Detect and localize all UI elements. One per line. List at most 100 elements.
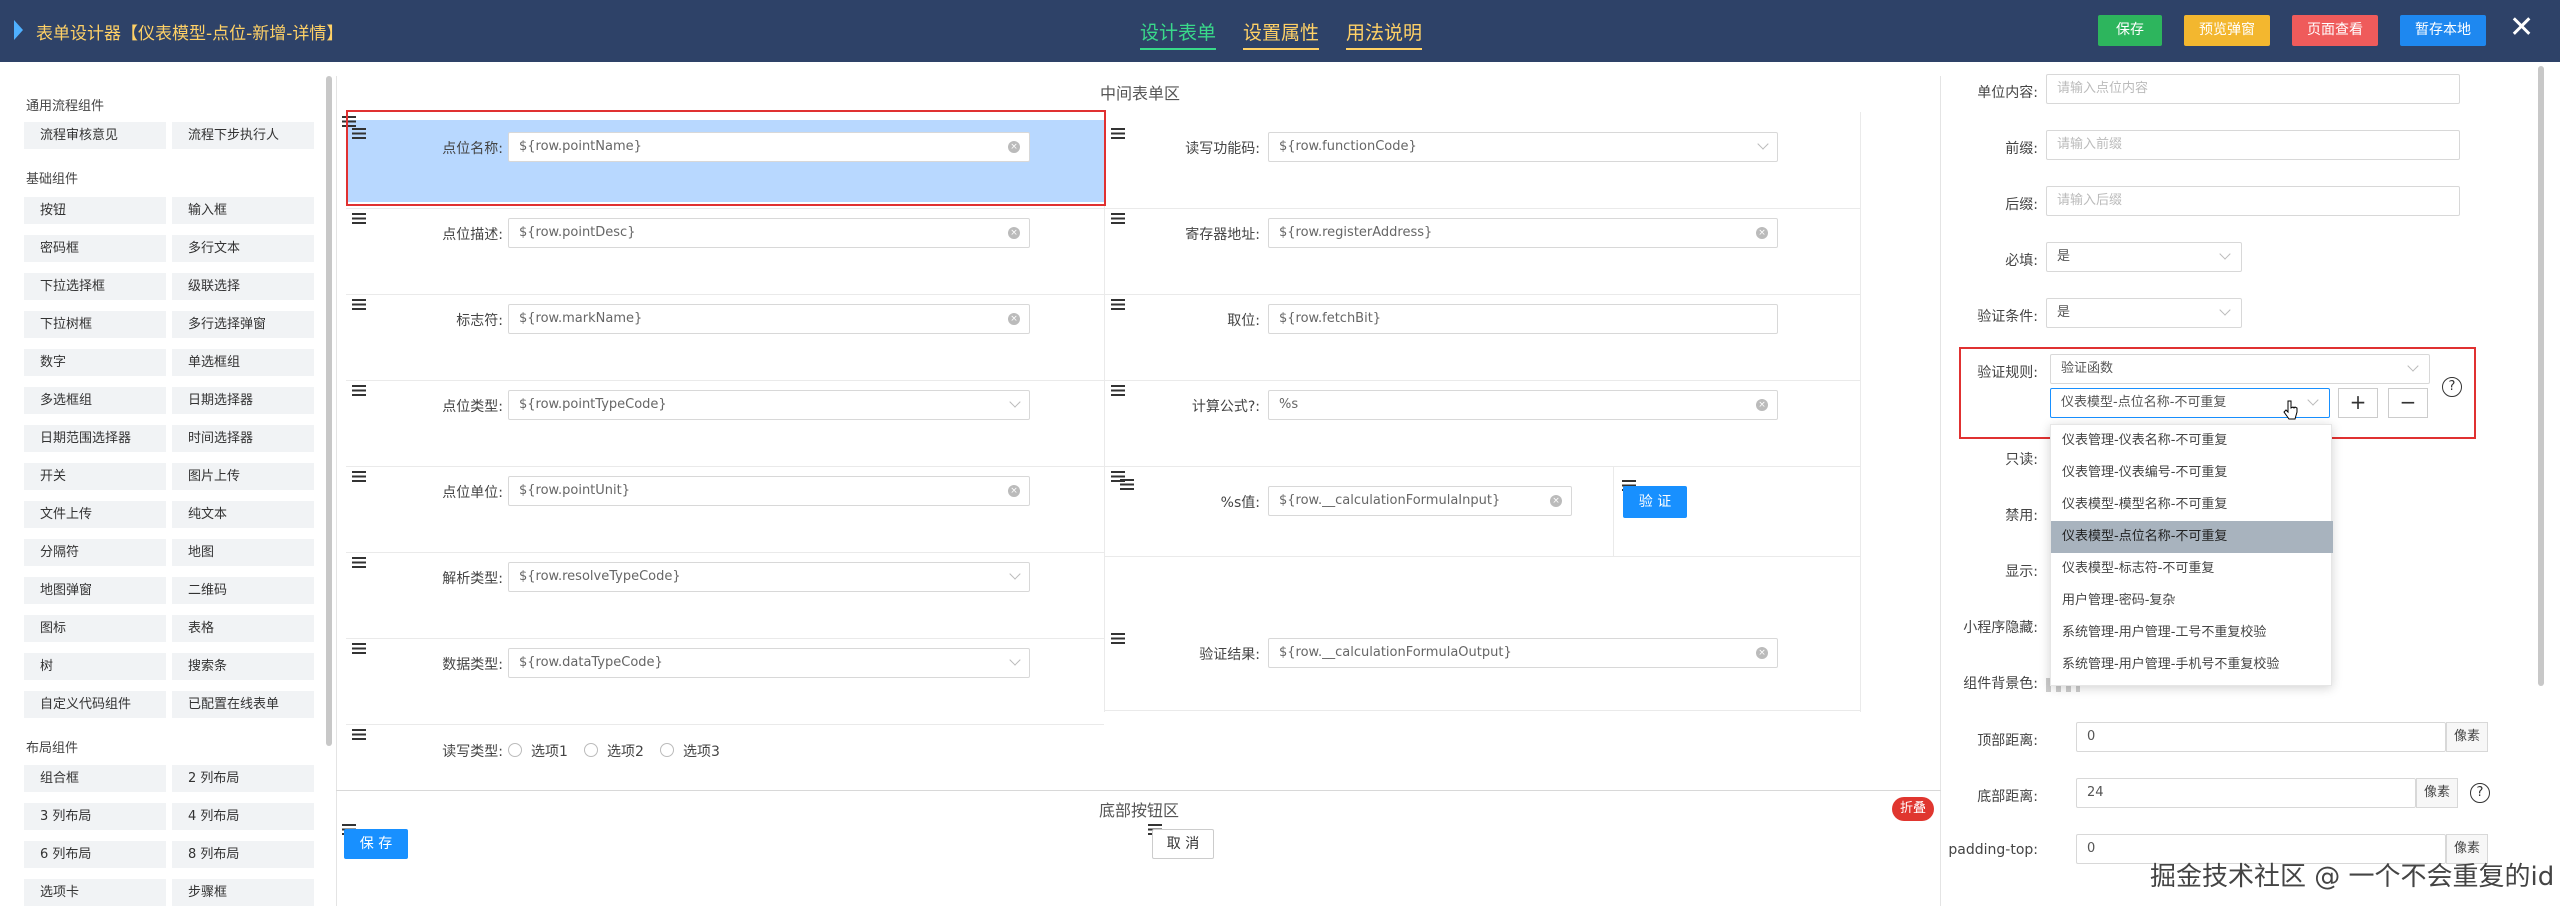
palette-item[interactable]: 流程审核意见: [24, 122, 166, 149]
field-input[interactable]: ${row.registerAddress} ×: [1268, 218, 1778, 248]
drag-handle-icon[interactable]: [1111, 299, 1125, 310]
palette-item[interactable]: 图片上传: [172, 463, 314, 490]
drag-handle-icon[interactable]: [352, 729, 366, 740]
drag-handle-icon[interactable]: [1120, 479, 1134, 490]
palette-item[interactable]: 图标: [24, 615, 166, 642]
palette-item[interactable]: 输入框: [172, 197, 314, 224]
palette-item[interactable]: 2 列布局: [172, 765, 314, 792]
help-icon[interactable]: ?: [2470, 783, 2490, 803]
drag-handle-icon[interactable]: [1111, 213, 1125, 224]
save-local-button[interactable]: 暂存本地: [2400, 15, 2486, 46]
palette-item[interactable]: 数字: [24, 349, 166, 376]
dropdown-option[interactable]: 仪表管理-仪表名称-不可重复: [2051, 425, 2333, 457]
dropdown-option[interactable]: 仪表模型-模型名称-不可重复: [2051, 489, 2333, 521]
verify-button[interactable]: 验 证: [1623, 486, 1687, 518]
drag-handle-icon[interactable]: [352, 385, 366, 396]
prop-verify-condition-select[interactable]: 是: [2046, 298, 2242, 328]
palette-item[interactable]: 单选框组: [172, 349, 314, 376]
dropdown-option[interactable]: 系统管理-用户管理-工号不重复校验: [2051, 617, 2333, 649]
preview-dialog-button[interactable]: 预览弹窗: [2184, 15, 2270, 46]
clear-icon[interactable]: ×: [1756, 227, 1768, 239]
field-input[interactable]: ${row.fetchBit}: [1268, 304, 1778, 334]
header-save-button[interactable]: 保存: [2098, 15, 2162, 46]
drag-handle-icon[interactable]: [352, 643, 366, 654]
palette-item[interactable]: 组合框: [24, 765, 166, 792]
palette-item[interactable]: 地图弹窗: [24, 577, 166, 604]
prop-top-distance-input[interactable]: 0: [2076, 722, 2446, 752]
clear-icon[interactable]: ×: [1008, 227, 1020, 239]
prop-bottom-distance-input[interactable]: 24: [2076, 778, 2416, 808]
palette-item[interactable]: 分隔符: [24, 539, 166, 566]
dropdown-option[interactable]: 用户管理-密码-复杂: [2051, 585, 2333, 617]
field-input[interactable]: %s ×: [1268, 390, 1778, 420]
dropdown-option[interactable]: 仪表管理-仪表编号-不可重复: [2051, 457, 2333, 489]
clear-icon[interactable]: ×: [1756, 399, 1768, 411]
field-input[interactable]: ${row.markName} ×: [508, 304, 1030, 334]
radio-option-1[interactable]: [508, 743, 522, 757]
prop-suffix-input[interactable]: 请输入后缀: [2046, 186, 2460, 216]
palette-item[interactable]: 多行文本: [172, 235, 314, 262]
palette-item[interactable]: 6 列布局: [24, 841, 166, 868]
palette-item[interactable]: 密码框: [24, 235, 166, 262]
collapse-arrow-icon[interactable]: [14, 20, 23, 40]
footer-cancel-button[interactable]: 取 消: [1152, 829, 1214, 859]
radio-option-2[interactable]: [584, 743, 598, 757]
field-input[interactable]: ${row.__calculationFormulaInput} ×: [1268, 486, 1572, 516]
footer-save-button[interactable]: 保 存: [344, 829, 408, 859]
drag-handle-icon[interactable]: [1111, 128, 1125, 139]
prop-required-select[interactable]: 是: [2046, 242, 2242, 272]
field-input[interactable]: ${row.pointUnit} ×: [508, 476, 1030, 506]
clear-icon[interactable]: ×: [1550, 495, 1562, 507]
palette-item[interactable]: 文件上传: [24, 501, 166, 528]
clear-icon[interactable]: ×: [1756, 647, 1768, 659]
left-scrollbar[interactable]: [326, 76, 332, 746]
field-input[interactable]: ${row.pointDesc} ×: [508, 218, 1030, 248]
tab-usage-guide[interactable]: 用法说明: [1346, 18, 1423, 50]
drag-handle-icon[interactable]: [1111, 385, 1125, 396]
palette-item[interactable]: 选项卡: [24, 879, 166, 906]
field-input[interactable]: ${row.resolveTypeCode}: [508, 562, 1030, 592]
palette-item[interactable]: 纯文本: [172, 501, 314, 528]
palette-item[interactable]: 自定义代码组件: [24, 691, 166, 718]
palette-item[interactable]: 地图: [172, 539, 314, 566]
tab-design-form[interactable]: 设计表单: [1140, 18, 1217, 50]
drag-handle-icon[interactable]: [352, 213, 366, 224]
palette-item[interactable]: 树: [24, 653, 166, 680]
prop-prefix-input[interactable]: 请输入前缀: [2046, 130, 2460, 160]
palette-item[interactable]: 3 列布局: [24, 803, 166, 830]
drag-handle-icon[interactable]: [352, 557, 366, 568]
palette-item[interactable]: 流程下步执行人: [172, 122, 314, 149]
palette-item[interactable]: 二维码: [172, 577, 314, 604]
dropdown-option[interactable]: 仪表模型-点位名称-不可重复: [2051, 521, 2333, 553]
palette-item[interactable]: 8 列布局: [172, 841, 314, 868]
palette-item[interactable]: 步骤框: [172, 879, 314, 906]
clear-icon[interactable]: ×: [1008, 485, 1020, 497]
palette-item[interactable]: 多行选择弹窗: [172, 311, 314, 338]
page-view-button[interactable]: 页面查看: [2292, 15, 2378, 46]
field-input[interactable]: ${row.__calculationFormulaOutput} ×: [1268, 638, 1778, 668]
palette-item[interactable]: 开关: [24, 463, 166, 490]
drag-handle-icon[interactable]: [352, 299, 366, 310]
tab-set-properties[interactable]: 设置属性: [1243, 18, 1320, 50]
dropdown-option[interactable]: 仪表模型-标志符-不可重复: [2051, 553, 2333, 585]
palette-item[interactable]: 按钮: [24, 197, 166, 224]
field-input[interactable]: ${row.functionCode}: [1268, 132, 1778, 162]
drag-handle-icon[interactable]: [1111, 633, 1125, 644]
dropdown-option[interactable]: 系统管理-用户管理-手机号不重复校验: [2051, 649, 2333, 681]
radio-option-3[interactable]: [660, 743, 674, 757]
field-input[interactable]: ${row.pointTypeCode}: [508, 390, 1030, 420]
palette-item[interactable]: 多选框组: [24, 387, 166, 414]
palette-item[interactable]: 级联选择: [172, 273, 314, 300]
field-input[interactable]: ${row.dataTypeCode}: [508, 648, 1030, 678]
close-icon[interactable]: ✕: [2509, 13, 2534, 43]
palette-item[interactable]: 下拉选择框: [24, 273, 166, 300]
palette-item[interactable]: 时间选择器: [172, 425, 314, 452]
prop-unit-content-input[interactable]: 请输入点位内容: [2046, 74, 2460, 104]
palette-item[interactable]: 已配置在线表单: [172, 691, 314, 718]
clear-icon[interactable]: ×: [1008, 313, 1020, 325]
palette-item[interactable]: 搜索条: [172, 653, 314, 680]
fold-button-bottom[interactable]: 折叠: [1892, 797, 1935, 821]
palette-item[interactable]: 日期选择器: [172, 387, 314, 414]
palette-item[interactable]: 4 列布局: [172, 803, 314, 830]
right-scrollbar[interactable]: [2538, 66, 2544, 686]
